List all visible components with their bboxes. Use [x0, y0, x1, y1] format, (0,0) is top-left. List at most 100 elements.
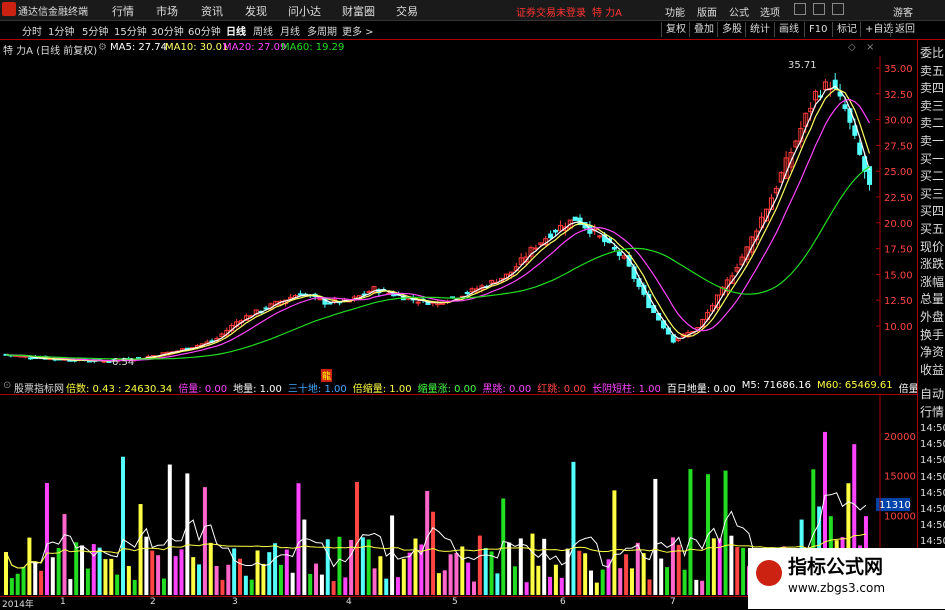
sidebar-item[interactable]: 卖四: [920, 79, 945, 96]
period-more[interactable]: 更多 >: [342, 23, 374, 38]
sidebar-item[interactable]: 14:50: [920, 488, 945, 499]
price-y-axis: 35.00 32.50 30.00 27.50 25.00 22.50 20.00 17.50…: [876, 64, 913, 333]
candle-body: [857, 142, 863, 155]
sidebar-item[interactable]: 14:50: [920, 423, 945, 434]
sidebar-item[interactable]: 买三: [920, 185, 945, 202]
tool-diejia[interactable]: 叠加: [689, 22, 718, 37]
period-monthly[interactable]: 月线: [280, 23, 300, 38]
watermark-url: www.zbgs3.com: [788, 581, 886, 595]
volume-bar: [144, 536, 149, 595]
volume-bar: [466, 562, 471, 595]
menu-item-shichang[interactable]: 市场: [156, 3, 178, 19]
sidebar-item[interactable]: 换手: [920, 326, 945, 343]
period-15min[interactable]: 15分钟: [114, 23, 147, 38]
guest-label[interactable]: 游客: [893, 4, 913, 19]
sidebar-item[interactable]: 买五: [920, 220, 945, 237]
sidebar-item[interactable]: 涨跌: [920, 255, 945, 272]
candle-body: [327, 302, 333, 305]
menu-item-xuanxiang[interactable]: 选项: [760, 4, 780, 19]
sidebar-item[interactable]: 自动: [920, 385, 945, 402]
price-chart[interactable]: 35.00 32.50 30.00 27.50 25.00 22.50 20.00 17.50…: [0, 56, 917, 376]
period-1min[interactable]: 1分钟: [48, 23, 74, 38]
settings-icon[interactable]: ⚙: [98, 42, 107, 53]
sidebar-item[interactable]: 14:50: [920, 536, 945, 547]
volume-bar: [395, 577, 400, 595]
sidebar-item[interactable]: 14:50: [920, 520, 945, 531]
diamond-icon[interactable]: ◇: [848, 42, 856, 53]
tool-fuquan[interactable]: 复权: [661, 22, 690, 37]
period-fenshi[interactable]: 分时: [22, 23, 42, 38]
menu-item-wenxiaoda[interactable]: 问小达: [288, 3, 321, 19]
candle-body: [464, 292, 470, 295]
volume-bar: [80, 545, 85, 595]
menu-item-caifuquan[interactable]: 财富圈: [342, 3, 375, 19]
tool-f10[interactable]: F10: [804, 22, 831, 37]
price-tick-label: 15.00: [884, 270, 913, 281]
period-multi[interactable]: 多周期: [307, 23, 337, 38]
sidebar-item[interactable]: 14:50: [920, 455, 945, 466]
login-warning[interactable]: 证券交易未登录: [516, 4, 586, 19]
tool-duogu[interactable]: 多股: [717, 22, 746, 37]
volume-bar: [214, 565, 219, 595]
sidebar-item[interactable]: 现价: [920, 238, 945, 255]
period-30min[interactable]: 30分钟: [151, 23, 184, 38]
tool-biaoji[interactable]: 标记: [832, 22, 861, 37]
sidebar-item[interactable]: 收益: [920, 361, 945, 378]
window-restore-icon[interactable]: [813, 3, 825, 15]
sidebar-item[interactable]: 净资: [920, 343, 945, 360]
volume-tick-label: 20000: [884, 432, 916, 443]
indicator-name[interactable]: 股票指标网: [14, 380, 64, 395]
window-minimize-icon[interactable]: [794, 3, 806, 15]
sidebar-item[interactable]: 14:50: [920, 472, 945, 483]
candlestick-series: [3, 72, 873, 364]
volume-bar: [390, 515, 395, 595]
sidebar-item[interactable]: 行情: [920, 403, 945, 420]
volume-bar: [419, 544, 424, 595]
sidebar-item[interactable]: 卖三: [920, 97, 945, 114]
menu-item-jiaoyi[interactable]: 交易: [396, 3, 418, 19]
sidebar-item[interactable]: 委比: [920, 44, 945, 61]
sidebar-item[interactable]: 卖一: [920, 132, 945, 149]
volume-bar: [243, 575, 248, 595]
sidebar-item[interactable]: 买一: [920, 150, 945, 167]
volume-bar: [413, 538, 418, 595]
indicator-settings-icon[interactable]: ⊙: [3, 380, 11, 391]
volume-bar: [261, 563, 266, 595]
sidebar-item[interactable]: 总量: [920, 290, 945, 307]
tool-huaxian[interactable]: 画线: [774, 22, 803, 37]
volume-bar: [132, 579, 137, 595]
volume-bar: [308, 573, 313, 595]
volume-bar: [21, 566, 26, 595]
indicator-value: 三十地: 1.00: [287, 384, 347, 395]
period-daily[interactable]: 日线: [226, 23, 246, 38]
indicator-value: 倍量: 0.00: [178, 384, 228, 395]
sidebar-item[interactable]: 买四: [920, 202, 945, 219]
sidebar-item[interactable]: 买二: [920, 167, 945, 184]
sidebar-item[interactable]: 14:50: [920, 504, 945, 515]
menu-item-zixun[interactable]: 资讯: [201, 3, 223, 19]
volume-bar: [507, 542, 512, 595]
volume-bar: [343, 577, 348, 595]
sidebar-item[interactable]: 卖五: [920, 62, 945, 79]
tool-tongji[interactable]: 统计: [745, 22, 774, 37]
period-weekly[interactable]: 周线: [253, 23, 273, 38]
period-60min[interactable]: 60分钟: [188, 23, 221, 38]
volume-bar: [407, 552, 412, 595]
volume-bar: [249, 579, 254, 595]
menu-item-faxian[interactable]: 发现: [245, 3, 267, 19]
sidebar-item[interactable]: 涨幅: [920, 273, 945, 290]
sidebar-item[interactable]: 卖二: [920, 114, 945, 131]
menu-item-banmian[interactable]: 版面: [697, 4, 717, 19]
close-panel-icon[interactable]: ×: [866, 42, 874, 53]
period-5min[interactable]: 5分钟: [82, 23, 108, 38]
sidebar-item[interactable]: 14:50: [920, 439, 945, 450]
volume-bar: [44, 483, 49, 595]
menu-item-hangqing[interactable]: 行情: [112, 3, 134, 19]
price-tick-label: 27.50: [884, 141, 913, 152]
menu-item-gongneng[interactable]: 功能: [665, 4, 685, 19]
tool-fanhui[interactable]: 返回: [890, 22, 919, 37]
volume-bar: [302, 519, 307, 595]
sidebar-item[interactable]: 外盘: [920, 308, 945, 325]
window-close-icon[interactable]: [832, 3, 844, 15]
menu-item-gongshi[interactable]: 公式: [729, 4, 749, 19]
